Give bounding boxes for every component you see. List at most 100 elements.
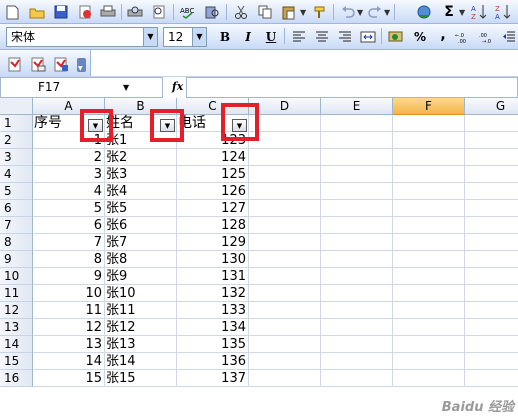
- empty-cell[interactable]: [249, 336, 321, 353]
- align-center-icon[interactable]: [313, 28, 331, 46]
- empty-cell[interactable]: [321, 251, 393, 268]
- empty-cell[interactable]: [465, 268, 518, 285]
- row-header[interactable]: 11: [0, 285, 33, 302]
- table-cell-seq[interactable]: 1: [33, 132, 105, 149]
- table-cell-phone[interactable]: 133: [177, 302, 249, 319]
- empty-cell[interactable]: [249, 132, 321, 149]
- print-icon[interactable]: [99, 3, 117, 21]
- row-header[interactable]: 2: [0, 132, 33, 149]
- column-header-f[interactable]: F: [393, 98, 465, 115]
- table-cell-name[interactable]: 张1: [105, 132, 177, 149]
- table-cell-seq[interactable]: 8: [33, 251, 105, 268]
- redo-icon[interactable]: [366, 3, 384, 21]
- row-header[interactable]: 14: [0, 336, 33, 353]
- table-cell-name[interactable]: 张3: [105, 166, 177, 183]
- table-cell-phone[interactable]: 129: [177, 234, 249, 251]
- empty-cell[interactable]: [249, 149, 321, 166]
- cut-icon[interactable]: [232, 3, 250, 21]
- column-header-b[interactable]: B: [105, 98, 177, 115]
- row-header[interactable]: 1: [0, 115, 33, 132]
- table-cell-seq[interactable]: 14: [33, 353, 105, 370]
- font-size-dropdown-icon[interactable]: ▼: [192, 28, 206, 46]
- empty-cell[interactable]: [321, 166, 393, 183]
- table-cell-phone[interactable]: 131: [177, 268, 249, 285]
- empty-cell[interactable]: [465, 115, 518, 132]
- decrease-indent-icon[interactable]: [500, 28, 518, 46]
- table-cell-phone[interactable]: 128: [177, 217, 249, 234]
- table-cell-name[interactable]: 张2: [105, 149, 177, 166]
- save-icon[interactable]: [52, 3, 70, 21]
- table-cell-phone[interactable]: 127: [177, 200, 249, 217]
- italic-button[interactable]: I: [239, 28, 257, 46]
- table-cell-name[interactable]: 张6: [105, 217, 177, 234]
- open-icon[interactable]: [28, 3, 46, 21]
- empty-cell[interactable]: [249, 115, 321, 132]
- insert-function-button[interactable]: fx: [172, 77, 183, 97]
- empty-cell[interactable]: [321, 200, 393, 217]
- empty-cell[interactable]: [321, 353, 393, 370]
- paste-dropdown-icon[interactable]: ▼: [300, 8, 306, 17]
- formula-input[interactable]: [186, 77, 518, 98]
- empty-cell[interactable]: [393, 319, 465, 336]
- empty-cell[interactable]: [393, 115, 465, 132]
- research-icon[interactable]: [203, 3, 221, 21]
- empty-cell[interactable]: [465, 166, 518, 183]
- filter-dropdown-icon[interactable]: ▼: [160, 119, 175, 132]
- empty-cell[interactable]: [249, 200, 321, 217]
- increase-decimal-icon[interactable]: ←.0.00: [455, 28, 473, 46]
- empty-cell[interactable]: [321, 336, 393, 353]
- font-name-select[interactable]: 宋体 ▼: [6, 27, 158, 47]
- table-cell-name[interactable]: 张7: [105, 234, 177, 251]
- column-header-d[interactable]: D: [249, 98, 321, 115]
- row-header[interactable]: 13: [0, 319, 33, 336]
- table-cell-seq[interactable]: 7: [33, 234, 105, 251]
- empty-cell[interactable]: [393, 149, 465, 166]
- print-preview-icon[interactable]: [126, 3, 144, 21]
- table-cell-name[interactable]: 张5: [105, 200, 177, 217]
- zoom-preview-icon[interactable]: [150, 3, 168, 21]
- table-cell-seq[interactable]: 12: [33, 319, 105, 336]
- empty-cell[interactable]: [321, 319, 393, 336]
- table-cell-name[interactable]: 张13: [105, 336, 177, 353]
- table-cell-seq[interactable]: 5: [33, 200, 105, 217]
- table-cell-name[interactable]: 张9: [105, 268, 177, 285]
- table-cell-phone[interactable]: 134: [177, 319, 249, 336]
- empty-cell[interactable]: [465, 132, 518, 149]
- empty-cell[interactable]: [249, 234, 321, 251]
- format-painter-icon[interactable]: [311, 3, 329, 21]
- row-header[interactable]: 8: [0, 234, 33, 251]
- empty-cell[interactable]: [393, 251, 465, 268]
- empty-cell[interactable]: [321, 302, 393, 319]
- undo-dropdown-icon[interactable]: ▼: [357, 8, 363, 17]
- name-box-dropdown-icon[interactable]: ▼: [123, 78, 129, 97]
- bold-button[interactable]: B: [216, 28, 234, 46]
- table-cell-phone[interactable]: 132: [177, 285, 249, 302]
- table-cell-seq[interactable]: 3: [33, 166, 105, 183]
- autosum-icon[interactable]: Σ: [440, 3, 458, 21]
- pdf-convert-icon[interactable]: [6, 55, 24, 73]
- empty-cell[interactable]: [393, 285, 465, 302]
- sort-ascending-icon[interactable]: AZ: [470, 3, 488, 21]
- table-cell-phone[interactable]: 124: [177, 149, 249, 166]
- empty-cell[interactable]: [321, 183, 393, 200]
- row-header[interactable]: 15: [0, 353, 33, 370]
- empty-cell[interactable]: [249, 183, 321, 200]
- autosum-dropdown-icon[interactable]: ▼: [459, 8, 465, 17]
- empty-cell[interactable]: [249, 268, 321, 285]
- table-cell-phone[interactable]: 137: [177, 370, 249, 387]
- table-cell-phone[interactable]: 130: [177, 251, 249, 268]
- empty-cell[interactable]: [465, 353, 518, 370]
- column-header-a[interactable]: A: [33, 98, 105, 115]
- empty-cell[interactable]: [465, 234, 518, 251]
- percent-button[interactable]: %: [411, 28, 429, 46]
- empty-cell[interactable]: [249, 217, 321, 234]
- table-cell-seq[interactable]: 6: [33, 217, 105, 234]
- table-cell-phone[interactable]: 125: [177, 166, 249, 183]
- empty-cell[interactable]: [393, 268, 465, 285]
- row-header[interactable]: 16: [0, 370, 33, 387]
- underline-button[interactable]: U: [262, 28, 280, 46]
- empty-cell[interactable]: [465, 217, 518, 234]
- empty-cell[interactable]: [393, 234, 465, 251]
- empty-cell[interactable]: [465, 149, 518, 166]
- select-all-corner[interactable]: [0, 98, 33, 115]
